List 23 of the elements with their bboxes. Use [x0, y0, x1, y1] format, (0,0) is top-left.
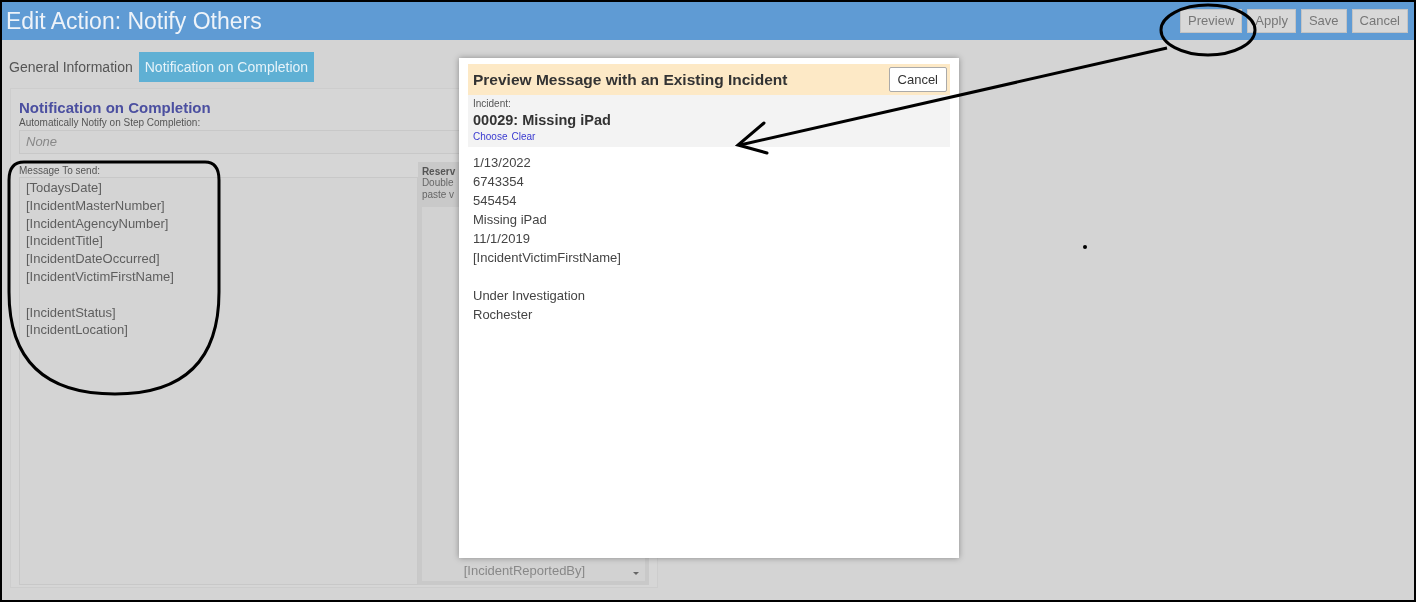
message-field[interactable]: [TodaysDate] [IncidentMasterNumber] [IncidentAgencyNumber] [IncidentTitle] [IncidentDateOccurred] [IncidentVictimFirstName] [IncidentStatus] [IncidentLocation] — [19, 177, 418, 585]
header-button[interactable]: Preview — [1180, 9, 1243, 33]
header-button[interactable]: Cancel — [1351, 9, 1408, 33]
incident-value: 00029: Missing iPad — [473, 111, 611, 130]
variable-item[interactable]: [IncidentReportedBy] — [463, 562, 586, 580]
page-title: Edit Action: Notify Others — [6, 6, 262, 36]
link[interactable]: Clear — [511, 130, 536, 143]
panel-hint: Double — [421, 177, 454, 189]
dropdown-caret-icon — [633, 572, 639, 575]
field-label: Automatically Notify on Step Completion: — [19, 117, 201, 129]
panel-hint: paste v — [421, 189, 455, 201]
modal-title: Preview Message with an Existing Incident — [473, 69, 788, 90]
panel-title: Reserv — [421, 166, 456, 177]
header-button[interactable]: Save — [1300, 9, 1347, 33]
header-button[interactable]: Apply — [1247, 9, 1296, 33]
field-label: Message To send: — [19, 165, 100, 177]
cancel-button[interactable]: Cancel — [888, 67, 947, 92]
preview-message: 1/13/2022 6743354 545454 Missing iPad 11/1/2019 [IncidentVictimFirstName] Under Investigation Rochester — [472, 154, 622, 324]
field-label: Incident: — [473, 97, 511, 110]
link[interactable]: Choose — [473, 130, 508, 143]
section-heading: Notification on Completion — [19, 99, 211, 117]
tab[interactable]: Notification on Completion — [138, 52, 315, 82]
dot-mark — [1083, 245, 1087, 249]
